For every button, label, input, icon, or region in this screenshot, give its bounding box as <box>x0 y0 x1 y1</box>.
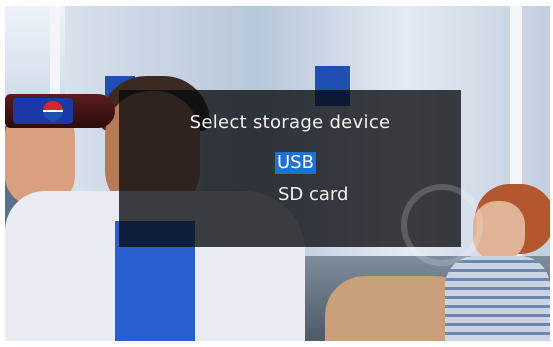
pepsi-logo-icon <box>43 101 63 121</box>
option-usb[interactable]: USB <box>275 152 316 174</box>
tv-screen: Select storage device USB SD card <box>5 6 550 341</box>
dialog-title: Select storage device <box>189 112 391 133</box>
woman-shirt <box>445 256 550 341</box>
option-sd-card[interactable]: SD card <box>276 184 350 206</box>
dialog-decor-ring <box>401 184 483 266</box>
storage-device-dialog: Select storage device USB SD card <box>119 90 483 266</box>
